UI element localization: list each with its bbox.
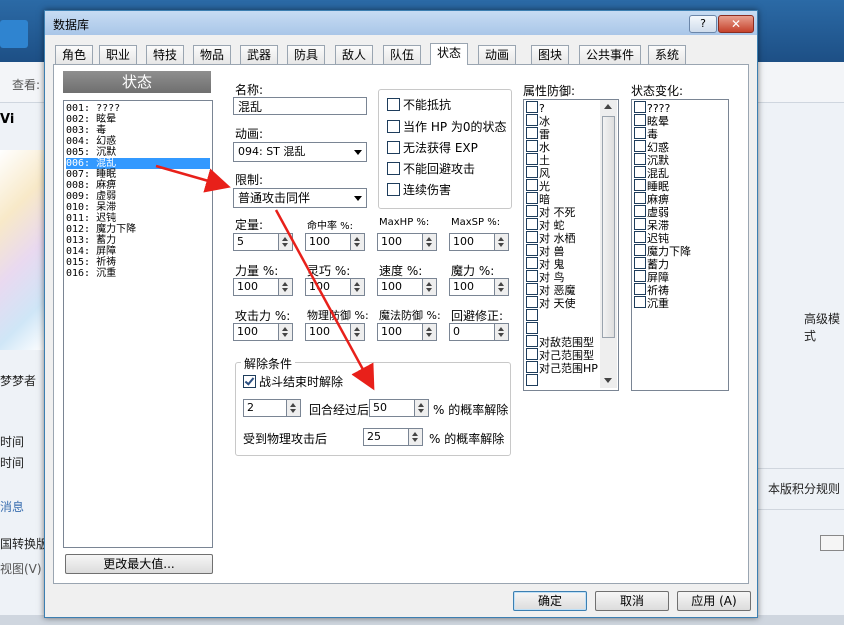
annotation-arrow-release xyxy=(274,209,375,391)
annotation-arrows xyxy=(155,164,375,391)
annotation-arrow-restriction xyxy=(155,164,231,193)
tab-states[interactable]: 状态 xyxy=(430,43,469,65)
